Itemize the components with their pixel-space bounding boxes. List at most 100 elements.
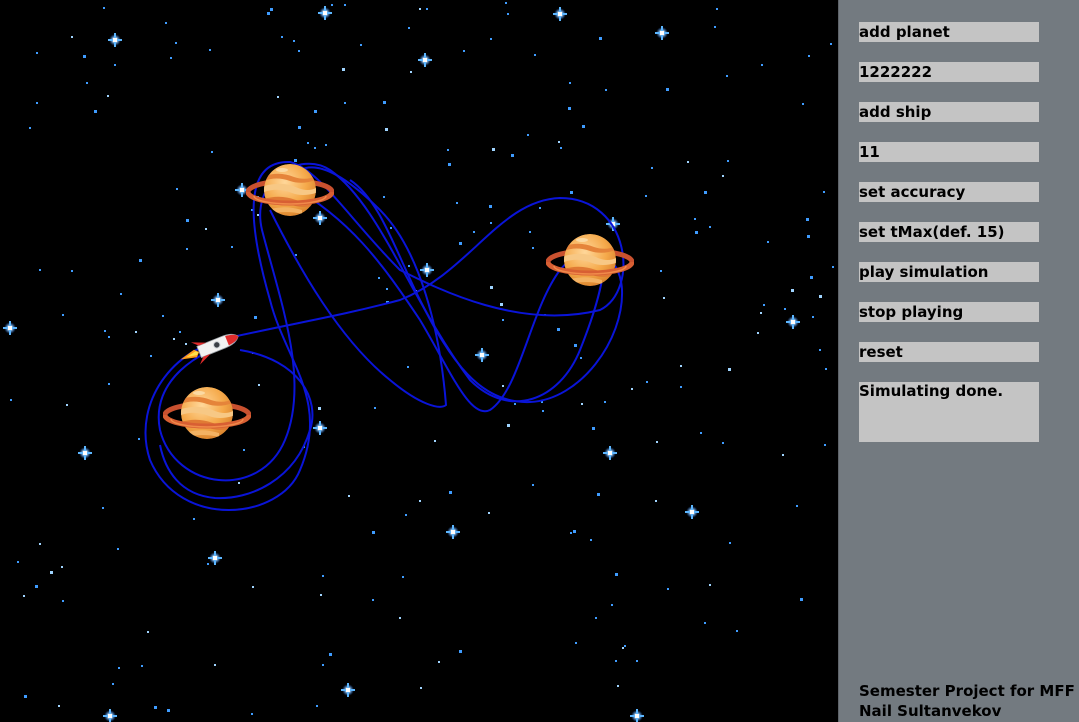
star-icon (604, 401, 606, 403)
star-icon (729, 542, 731, 544)
star-icon (108, 336, 110, 338)
star-icon (786, 315, 800, 329)
star-icon (663, 297, 665, 299)
star-icon (631, 388, 633, 390)
planet-input[interactable] (859, 62, 1039, 82)
star-icon (23, 595, 25, 597)
star-icon (50, 571, 53, 574)
star-icon (736, 630, 738, 632)
star-icon (534, 54, 536, 56)
star-field (10, 2, 834, 715)
star-icon (258, 384, 260, 386)
star-icon (687, 161, 689, 163)
star-icon (36, 52, 38, 54)
star-icon (211, 151, 213, 153)
star-icon (402, 576, 404, 578)
star-icon (597, 493, 600, 496)
star-icon (254, 316, 257, 319)
star-icon (574, 344, 577, 347)
star-icon (294, 159, 297, 162)
ship-trajectory (144, 160, 625, 511)
star-icon (459, 242, 462, 245)
star-icon (420, 263, 434, 277)
star-icon (500, 303, 503, 306)
star-icon (727, 160, 729, 162)
planet-icon[interactable] (165, 387, 249, 439)
star-icon (344, 102, 346, 104)
star-icon (281, 36, 283, 38)
star-icon (293, 40, 295, 42)
star-icon (173, 338, 175, 340)
star-icon (419, 8, 421, 10)
star-icon (193, 518, 195, 520)
star-icon (322, 664, 324, 666)
star-icon (316, 705, 318, 707)
star-icon (599, 37, 602, 40)
star-icon (709, 226, 711, 228)
star-icon (104, 330, 106, 332)
star-icon (211, 293, 225, 307)
star-icon (532, 484, 534, 486)
star-icon (231, 246, 233, 248)
star-icon (568, 107, 571, 110)
star-icon (459, 650, 462, 653)
star-icon (86, 82, 88, 84)
star-icon (806, 218, 809, 221)
bright-stars (3, 6, 800, 722)
star-icon (557, 328, 560, 331)
star-icon (624, 645, 626, 647)
space-view[interactable] (0, 0, 838, 722)
star-icon (214, 664, 216, 666)
star-icon (83, 55, 86, 58)
star-icon (630, 709, 644, 722)
star-icon (722, 175, 724, 177)
star-icon (120, 293, 122, 295)
star-icon (186, 219, 189, 222)
star-icon (448, 163, 451, 166)
ship-input[interactable] (859, 142, 1039, 162)
star-icon (10, 399, 12, 401)
star-icon (645, 195, 647, 197)
star-icon (17, 561, 19, 563)
star-icon (560, 147, 562, 149)
star-icon (761, 64, 763, 66)
star-icon (207, 563, 209, 565)
star-icon (660, 270, 662, 272)
star-icon (114, 64, 116, 66)
star-icon (103, 709, 117, 722)
star-icon (386, 288, 388, 290)
simulation-canvas[interactable] (0, 0, 838, 722)
add-planet-button[interactable]: add planet (859, 22, 1039, 42)
star-icon (636, 660, 638, 662)
star-icon (165, 22, 167, 24)
reset-button[interactable]: reset (859, 342, 1039, 362)
star-icon (819, 349, 821, 351)
star-icon (139, 259, 142, 262)
stop-playing-button[interactable]: stop playing (859, 302, 1039, 322)
star-icon (24, 695, 27, 698)
star-icon (170, 57, 172, 59)
set-tmax-button[interactable]: set tMax(def. 15) (859, 222, 1039, 242)
star-icon (374, 407, 376, 409)
star-icon (112, 683, 114, 685)
star-icon (763, 304, 765, 306)
star-icon (434, 440, 436, 442)
rocket-icon[interactable] (176, 325, 242, 370)
play-simulation-button[interactable]: play simulation (859, 262, 1039, 282)
star-icon (473, 231, 475, 233)
star-icon (372, 599, 374, 601)
star-icon (407, 366, 409, 368)
star-icon (791, 289, 794, 292)
star-icon (103, 7, 105, 9)
add-ship-button[interactable]: add ship (859, 102, 1039, 122)
star-icon (700, 432, 702, 434)
star-icon (322, 575, 324, 577)
star-icon (507, 13, 509, 15)
set-accuracy-button[interactable]: set accuracy (859, 182, 1039, 202)
star-icon (418, 53, 432, 67)
star-icon (410, 71, 412, 73)
star-icon (447, 149, 449, 151)
star-icon (39, 543, 41, 545)
star-icon (782, 454, 784, 456)
star-icon (107, 95, 109, 97)
